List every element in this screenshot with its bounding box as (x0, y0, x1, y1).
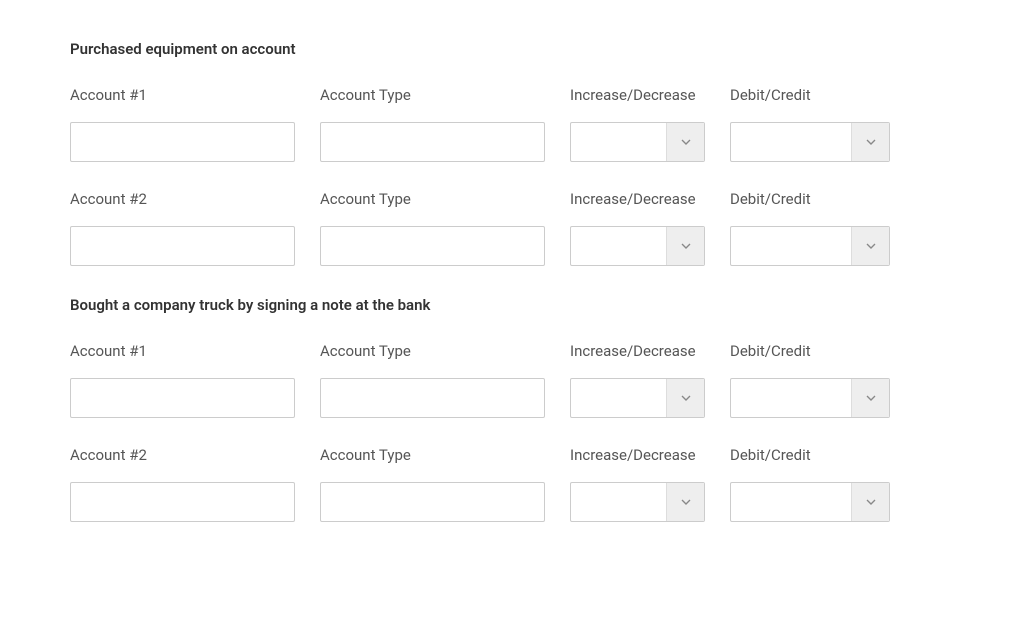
account-field: Account #2 (70, 446, 295, 522)
chevron-down-icon (666, 123, 704, 161)
increase-decrease-select[interactable] (570, 226, 705, 266)
chevron-down-icon (851, 379, 889, 417)
chevron-down-icon (666, 483, 704, 521)
increase-decrease-field: Increase/Decrease (570, 190, 705, 266)
debit-credit-label: Debit/Credit (730, 446, 890, 464)
account-field: Account #1 (70, 86, 295, 162)
debit-credit-label: Debit/Credit (730, 190, 890, 208)
account-input[interactable] (70, 122, 295, 162)
select-value (571, 483, 666, 521)
increase-decrease-label: Increase/Decrease (570, 446, 705, 464)
account-label: Account #1 (70, 342, 295, 360)
account-type-input[interactable] (320, 122, 545, 162)
account-label: Account #2 (70, 190, 295, 208)
account-row: Account #1 Account Type Increase/Decreas… (70, 86, 952, 162)
increase-decrease-label: Increase/Decrease (570, 190, 705, 208)
section-title: Purchased equipment on account (70, 40, 952, 58)
account-input[interactable] (70, 226, 295, 266)
debit-credit-label: Debit/Credit (730, 342, 890, 360)
account-type-label: Account Type (320, 342, 545, 360)
form-container: Purchased equipment on account Account #… (0, 0, 1022, 592)
account-row: Account #2 Account Type Increase/Decreas… (70, 446, 952, 522)
debit-credit-field: Debit/Credit (730, 446, 890, 522)
debit-credit-select[interactable] (730, 378, 890, 418)
select-value (571, 123, 666, 161)
select-value (731, 227, 851, 265)
debit-credit-field: Debit/Credit (730, 342, 890, 418)
transaction-section: Bought a company truck by signing a note… (70, 296, 952, 522)
account-label: Account #2 (70, 446, 295, 464)
increase-decrease-field: Increase/Decrease (570, 86, 705, 162)
account-input[interactable] (70, 378, 295, 418)
account-type-input[interactable] (320, 226, 545, 266)
increase-decrease-label: Increase/Decrease (570, 342, 705, 360)
account-type-label: Account Type (320, 446, 545, 464)
debit-credit-select[interactable] (730, 122, 890, 162)
account-type-field: Account Type (320, 190, 545, 266)
account-type-input[interactable] (320, 482, 545, 522)
account-type-label: Account Type (320, 86, 545, 104)
increase-decrease-select[interactable] (570, 482, 705, 522)
increase-decrease-label: Increase/Decrease (570, 86, 705, 104)
debit-credit-select[interactable] (730, 226, 890, 266)
account-label: Account #1 (70, 86, 295, 104)
chevron-down-icon (666, 379, 704, 417)
debit-credit-select[interactable] (730, 482, 890, 522)
select-value (571, 227, 666, 265)
account-input[interactable] (70, 482, 295, 522)
account-type-field: Account Type (320, 342, 545, 418)
chevron-down-icon (851, 123, 889, 161)
increase-decrease-field: Increase/Decrease (570, 446, 705, 522)
account-field: Account #2 (70, 190, 295, 266)
increase-decrease-select[interactable] (570, 378, 705, 418)
account-row: Account #1 Account Type Increase/Decreas… (70, 342, 952, 418)
chevron-down-icon (851, 227, 889, 265)
section-title: Bought a company truck by signing a note… (70, 296, 952, 314)
account-type-input[interactable] (320, 378, 545, 418)
increase-decrease-field: Increase/Decrease (570, 342, 705, 418)
select-value (731, 379, 851, 417)
select-value (731, 483, 851, 521)
account-type-field: Account Type (320, 86, 545, 162)
account-type-field: Account Type (320, 446, 545, 522)
chevron-down-icon (666, 227, 704, 265)
debit-credit-field: Debit/Credit (730, 190, 890, 266)
chevron-down-icon (851, 483, 889, 521)
debit-credit-field: Debit/Credit (730, 86, 890, 162)
account-row: Account #2 Account Type Increase/Decreas… (70, 190, 952, 266)
increase-decrease-select[interactable] (570, 122, 705, 162)
select-value (571, 379, 666, 417)
debit-credit-label: Debit/Credit (730, 86, 890, 104)
account-field: Account #1 (70, 342, 295, 418)
account-type-label: Account Type (320, 190, 545, 208)
transaction-section: Purchased equipment on account Account #… (70, 40, 952, 266)
select-value (731, 123, 851, 161)
